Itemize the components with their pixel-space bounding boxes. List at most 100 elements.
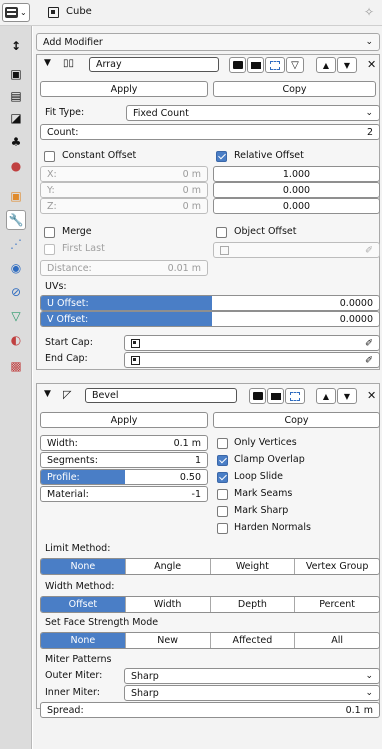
tool-tab-icon[interactable]: ↕ — [6, 36, 26, 56]
editor-type-dropdown[interactable]: ⌄ — [2, 3, 30, 22]
scene-tab-icon[interactable]: ♣ — [6, 132, 26, 152]
limit-angle-option[interactable]: Angle — [126, 559, 211, 574]
eyedropper-icon[interactable]: ✐ — [365, 338, 373, 349]
v-offset-field[interactable]: V Offset: 0.0000 — [40, 311, 380, 327]
collapse-triangle-icon[interactable]: ▼ — [44, 389, 51, 399]
arrow-down-icon: ▼ — [343, 60, 351, 70]
width-method-selector[interactable]: Offset Width Depth Percent — [40, 596, 380, 613]
limit-method-selector[interactable]: None Angle Weight Vertex Group — [40, 558, 380, 575]
array-apply-button[interactable]: Apply — [40, 81, 208, 97]
physics-tab-icon[interactable]: ◉ — [6, 258, 26, 278]
object-offset-checkbox[interactable] — [216, 227, 227, 238]
world-tab-icon[interactable]: ● — [6, 156, 26, 176]
close-icon[interactable]: ✕ — [367, 58, 376, 71]
material-tab-icon[interactable]: ◐ — [6, 330, 26, 350]
collapse-triangle-icon[interactable]: ▼ — [44, 58, 51, 68]
face-new-option[interactable]: New — [126, 633, 211, 648]
width-percent-option[interactable]: Percent — [295, 597, 379, 612]
relative-z-field[interactable]: 0.000 — [213, 198, 380, 214]
mark-sharp-checkbox[interactable] — [217, 506, 228, 517]
add-modifier-dropdown[interactable]: Add Modifier ⌄ — [36, 33, 380, 51]
face-strength-selector[interactable]: None New Affected All — [40, 632, 380, 649]
face-affected-option[interactable]: Affected — [211, 633, 296, 648]
constant-z-field[interactable]: Z: 0 m — [40, 198, 208, 214]
close-icon[interactable]: ✕ — [367, 389, 376, 402]
bevel-apply-button[interactable]: Apply — [40, 412, 208, 428]
start-cap-field[interactable]: ✐ — [124, 335, 380, 351]
bevel-material-field[interactable]: Material: -1 — [40, 486, 208, 502]
texture-tab-icon[interactable]: ▩ — [6, 356, 26, 376]
miter-patterns-label: Miter Patterns — [45, 654, 112, 665]
particles-tab-icon[interactable]: ⋰ — [6, 234, 26, 254]
relative-offset-checkbox[interactable] — [216, 151, 227, 162]
spread-label: Spread: — [47, 704, 84, 716]
first-last-checkbox[interactable] — [44, 244, 55, 255]
spread-field[interactable]: Spread: 0.1 m — [40, 702, 380, 718]
bevel-width-field[interactable]: Width: 0.1 m — [40, 435, 208, 451]
loop-slide-checkbox[interactable] — [217, 472, 228, 483]
render-toggle-button[interactable] — [285, 388, 305, 404]
constraints-tab-icon[interactable]: ⊘ — [6, 282, 26, 302]
move-up-button[interactable]: ▲ — [316, 388, 336, 404]
mark-seams-checkbox[interactable] — [217, 489, 228, 500]
outer-miter-dropdown[interactable]: Sharp ⌄ — [124, 668, 380, 684]
array-copy-button[interactable]: Copy — [213, 81, 376, 97]
harden-normals-checkbox[interactable] — [217, 523, 228, 534]
data-tab-icon[interactable]: ▽ — [6, 306, 26, 326]
fit-type-dropdown[interactable]: Fixed Count ⌄ — [126, 105, 380, 121]
bevel-name-field[interactable]: Bevel — [85, 388, 237, 403]
merge-checkbox[interactable] — [44, 227, 55, 238]
move-down-button[interactable]: ▼ — [337, 388, 357, 404]
viewport-toggle-button[interactable] — [267, 388, 284, 404]
limit-weight-option[interactable]: Weight — [211, 559, 296, 574]
eyedropper-icon[interactable]: ✐ — [365, 355, 373, 366]
pin-icon[interactable]: ✧ — [364, 5, 374, 19]
limit-vertex-group-option[interactable]: Vertex Group — [295, 559, 379, 574]
x-label: X: — [47, 168, 57, 180]
bevel-profile-field[interactable]: Profile: 0.50 — [40, 469, 208, 485]
width-offset-option[interactable]: Offset — [41, 597, 126, 612]
only-vertices-checkbox[interactable] — [217, 438, 228, 449]
constant-x-field[interactable]: X: 0 m — [40, 166, 208, 182]
modifier-tab-icon[interactable]: 🔧 — [6, 210, 26, 230]
distance-value: 0.01 m — [167, 262, 201, 274]
view-layer-tab-icon[interactable]: ◪ — [6, 108, 26, 128]
inner-miter-dropdown[interactable]: Sharp ⌄ — [124, 685, 380, 701]
width-label: Width: — [47, 437, 78, 449]
width-width-option[interactable]: Width — [126, 597, 211, 612]
face-all-option[interactable]: All — [295, 633, 379, 648]
face-none-option[interactable]: None — [41, 633, 126, 648]
viewport-toggle-button[interactable] — [247, 57, 264, 73]
end-cap-field[interactable]: ✐ — [124, 352, 380, 368]
profile-value: 0.50 — [179, 471, 201, 483]
render-toggle-button[interactable] — [265, 57, 285, 73]
inner-miter-value: Sharp — [131, 687, 159, 699]
render-tab-icon[interactable]: ▣ — [6, 64, 26, 84]
bevel-segments-field[interactable]: Segments: 1 — [40, 452, 208, 468]
relative-y-field[interactable]: 0.000 — [213, 182, 380, 198]
width-depth-option[interactable]: Depth — [211, 597, 296, 612]
editmode-toggle-button[interactable] — [249, 388, 266, 404]
object-icon — [131, 338, 140, 348]
constant-y-field[interactable]: Y: 0 m — [40, 182, 208, 198]
eyedropper-icon[interactable]: ✐ — [365, 245, 373, 256]
bevel-copy-button[interactable]: Copy — [213, 412, 380, 428]
relative-x-field[interactable]: 1.000 — [213, 166, 380, 182]
monitor-icon — [250, 61, 261, 69]
u-offset-field[interactable]: U Offset: 0.0000 — [40, 295, 380, 311]
object-tab-icon[interactable]: ▣ — [6, 186, 26, 206]
limit-none-option[interactable]: None — [41, 559, 126, 574]
chevron-down-icon: ⌄ — [20, 8, 27, 17]
editmode-toggle-button[interactable] — [229, 57, 246, 73]
clamp-overlap-checkbox[interactable] — [217, 455, 228, 466]
merge-distance-field[interactable]: Distance: 0.01 m — [40, 260, 208, 276]
move-up-button[interactable]: ▲ — [316, 57, 336, 73]
output-tab-icon[interactable]: ▤ — [6, 86, 26, 106]
chevron-down-icon: ⌄ — [365, 108, 373, 118]
offset-object-field[interactable]: ✐ — [213, 242, 380, 258]
constant-offset-checkbox[interactable] — [44, 151, 55, 162]
oncage-toggle-button[interactable]: ▽ — [286, 57, 304, 73]
array-name-field[interactable]: Array — [89, 57, 219, 72]
count-field[interactable]: Count: 2 — [40, 124, 380, 140]
move-down-button[interactable]: ▼ — [337, 57, 357, 73]
